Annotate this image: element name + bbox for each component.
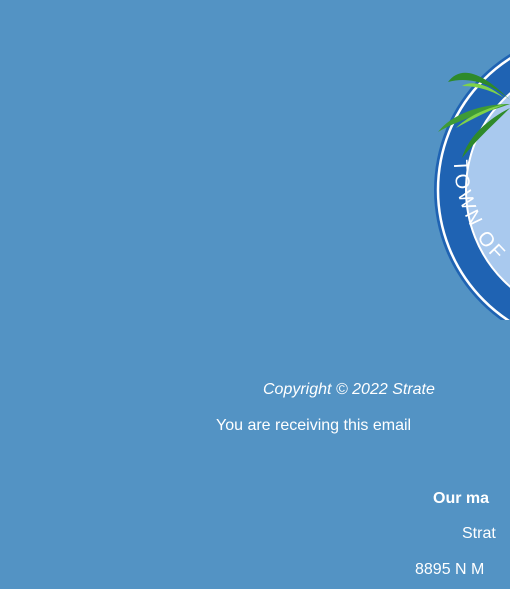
copyright-text: Copyright © 2022 Strate: [263, 381, 435, 398]
organization-name: Strat: [462, 525, 496, 542]
mailing-address-label: Our ma: [433, 490, 490, 507]
town-seal-logo: TOWN OF: [434, 53, 510, 320]
street-address: 8895 N M: [415, 561, 485, 578]
subscription-notice: You are receiving this email: [216, 417, 412, 434]
email-footer: TOWN OF Copyright © 2022 Strate You are …: [0, 0, 510, 589]
